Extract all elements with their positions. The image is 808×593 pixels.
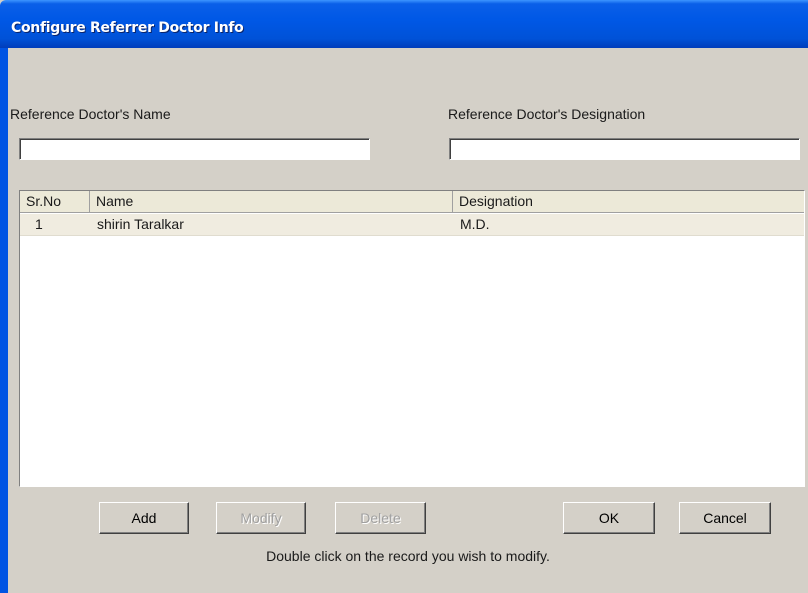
title-bar[interactable]: Configure Referrer Doctor Info xyxy=(0,0,808,48)
add-button[interactable]: Add xyxy=(99,502,189,534)
modify-hint-text: Double click on the record you wish to m… xyxy=(266,548,550,564)
cancel-button[interactable]: Cancel xyxy=(679,502,771,534)
dialog-window: Configure Referrer Doctor Info Reference… xyxy=(0,0,808,593)
delete-button[interactable]: Delete xyxy=(335,502,426,534)
window-title: Configure Referrer Doctor Info xyxy=(11,20,244,36)
cell-sr-no: 1 xyxy=(35,216,43,232)
cell-name: shirin Taralkar xyxy=(97,216,184,232)
doctor-table[interactable]: Sr.No Name Designation 1 shirin Taralkar… xyxy=(19,190,805,487)
doctor-designation-input[interactable] xyxy=(449,138,800,160)
column-header-name[interactable]: Name xyxy=(90,191,453,212)
window-left-border xyxy=(0,48,8,593)
cell-designation: M.D. xyxy=(460,216,490,232)
column-header-sr-no[interactable]: Sr.No xyxy=(20,191,90,212)
ok-button[interactable]: OK xyxy=(563,502,655,534)
dialog-body: Reference Doctor's Name Reference Doctor… xyxy=(8,48,808,593)
doctor-name-label: Reference Doctor's Name xyxy=(10,106,171,122)
column-header-designation[interactable]: Designation xyxy=(453,191,804,212)
table-row[interactable]: 1 shirin Taralkar M.D. xyxy=(20,214,804,236)
modify-button[interactable]: Modify xyxy=(216,502,306,534)
doctor-designation-label: Reference Doctor's Designation xyxy=(448,106,646,122)
doctor-name-input[interactable] xyxy=(19,138,370,160)
table-header: Sr.No Name Designation xyxy=(20,191,804,213)
